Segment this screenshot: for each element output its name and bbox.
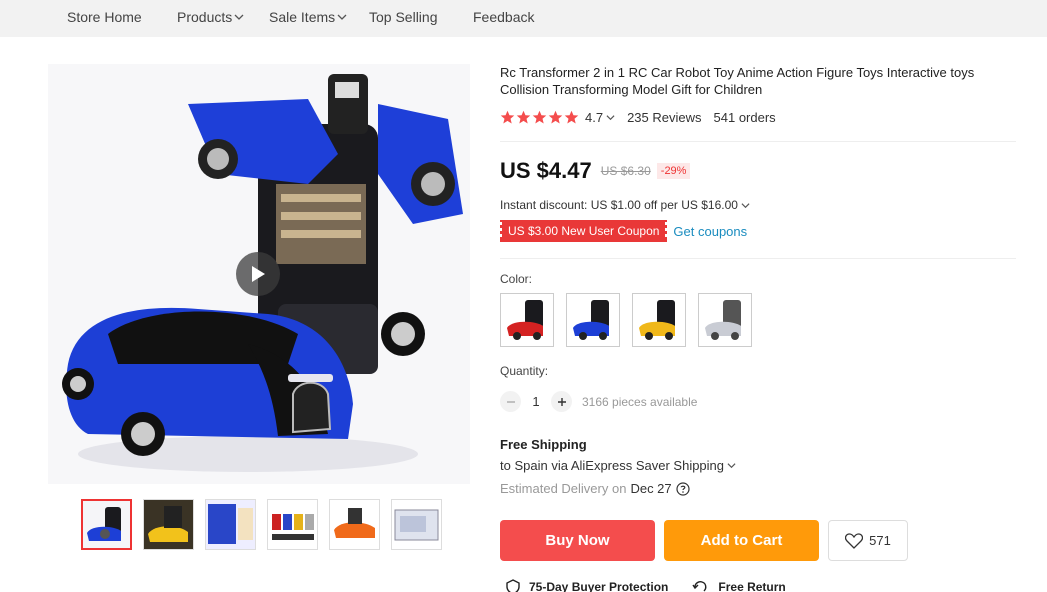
quantity-stepper: 1 3166 pieces available: [500, 391, 697, 412]
nav-sale-items[interactable]: Sale Items: [269, 9, 347, 25]
thumbnail-5[interactable]: [329, 499, 380, 550]
color-label: Color:: [500, 272, 533, 286]
protection-row: 75-Day Buyer Protection Free Return: [505, 579, 786, 592]
coupon-row: US $3.00 New User Coupon Get coupons: [497, 220, 747, 242]
discount-badge: -29%: [656, 163, 691, 179]
color-swatch-blue[interactable]: [566, 293, 620, 347]
thumbnail-yellow-car-icon: [144, 500, 193, 549]
nav-feedback-label: Feedback: [473, 9, 535, 25]
instant-discount-label: Instant discount: US $1.00 off per US $1…: [500, 198, 738, 212]
price-row: US $4.47 US $6.30 -29%: [500, 158, 691, 184]
buy-now-button[interactable]: Buy Now: [500, 520, 655, 561]
estimated-delivery: Estimated Delivery on Dec 27: [500, 481, 690, 496]
color-swatch-silver[interactable]: [698, 293, 752, 347]
free-return[interactable]: Free Return: [692, 579, 786, 592]
product-main-image[interactable]: [48, 64, 470, 484]
return-icon: [692, 581, 707, 592]
color-swatches: [500, 293, 752, 347]
free-return-label: Free Return: [718, 580, 786, 592]
thumbnail-3[interactable]: [205, 499, 256, 550]
add-to-cart-button[interactable]: Add to Cart: [664, 520, 819, 561]
rating-value: 4.7: [585, 110, 604, 125]
thumbnail-2[interactable]: [143, 499, 194, 550]
thumbnail-box-icon: [392, 500, 441, 549]
rating-value-dropdown[interactable]: 4.7: [585, 110, 615, 125]
chevron-down-icon: [727, 463, 736, 469]
minus-icon: [506, 400, 515, 403]
star-rating: [500, 110, 579, 125]
shield-icon: [506, 579, 520, 592]
thumbnail-strip: [81, 499, 442, 550]
nav-store-home[interactable]: Store Home: [67, 9, 142, 25]
play-video-button[interactable]: [236, 252, 280, 296]
buyer-protection-label: 75-Day Buyer Protection: [529, 580, 669, 592]
chevron-down-icon: [234, 14, 244, 20]
thumbnail-6[interactable]: [391, 499, 442, 550]
chevron-down-icon: [741, 202, 750, 208]
blue-car-swatch-icon: [567, 294, 619, 346]
wishlist-button[interactable]: 571: [828, 520, 908, 561]
shipping-title: Free Shipping: [500, 437, 587, 452]
star-icon: [500, 110, 515, 124]
star-icon: [516, 110, 531, 124]
play-icon: [252, 266, 265, 282]
color-swatch-yellow[interactable]: [632, 293, 686, 347]
chevron-down-icon: [606, 115, 615, 121]
red-car-swatch-icon: [501, 294, 553, 346]
help-icon[interactable]: [676, 481, 690, 496]
nav-store-home-label: Store Home: [67, 9, 142, 25]
nav-products-label: Products: [177, 9, 233, 25]
plus-icon: [557, 397, 566, 406]
yellow-car-swatch-icon: [633, 294, 685, 346]
shipping-method-dropdown[interactable]: to Spain via AliExpress Saver Shipping: [500, 458, 736, 473]
wishlist-count: 571: [869, 533, 891, 548]
rating-row: 4.7 235 Reviews 541 orders: [500, 110, 776, 125]
thumbnail-1[interactable]: [81, 499, 132, 550]
orders-count: 541 orders: [713, 110, 776, 125]
chevron-down-icon: [337, 14, 347, 20]
star-icon: [532, 110, 547, 124]
quantity-decrease-button[interactable]: [500, 391, 521, 412]
star-icon: [548, 110, 563, 124]
original-price: US $6.30: [600, 164, 651, 178]
silver-car-swatch-icon: [699, 294, 751, 346]
available-stock: 3166 pieces available: [582, 394, 698, 409]
new-user-coupon[interactable]: US $3.00 New User Coupon: [497, 220, 670, 242]
nav-top-selling-label: Top Selling: [369, 9, 438, 25]
divider: [500, 258, 1016, 259]
reviews-link[interactable]: 235 Reviews: [627, 110, 701, 125]
nav-products[interactable]: Products: [177, 9, 244, 25]
thumbnail-blue-car-icon: [83, 501, 130, 548]
current-price: US $4.47: [500, 158, 592, 183]
star-icon: [564, 110, 579, 124]
divider: [500, 141, 1016, 142]
estimated-delivery-label: Estimated Delivery on: [500, 481, 627, 496]
store-nav-bar: Store Home Products Sale Items Top Selli…: [0, 0, 1047, 37]
shipping-method-label: to Spain via AliExpress Saver Shipping: [500, 458, 725, 473]
heart-icon: [845, 532, 864, 549]
product-title: Rc Transformer 2 in 1 RC Car Robot Toy A…: [500, 65, 975, 97]
quantity-increase-button[interactable]: [551, 391, 572, 412]
thumbnail-orange-car-icon: [330, 500, 379, 549]
buyer-protection[interactable]: 75-Day Buyer Protection: [505, 579, 668, 592]
get-coupons-link[interactable]: Get coupons: [673, 224, 747, 239]
thumbnail-package-icon: [206, 500, 255, 549]
nav-top-selling[interactable]: Top Selling: [369, 9, 438, 25]
quantity-label: Quantity:: [500, 364, 549, 378]
nav-feedback[interactable]: Feedback: [473, 9, 534, 25]
thumbnail-lineup-icon: [268, 500, 317, 549]
nav-sale-items-label: Sale Items: [269, 9, 336, 25]
thumbnail-4[interactable]: [267, 499, 318, 550]
instant-discount[interactable]: Instant discount: US $1.00 off per US $1…: [500, 198, 750, 212]
color-swatch-red[interactable]: [500, 293, 554, 347]
delivery-date: Dec 27: [630, 481, 672, 496]
quantity-value[interactable]: 1: [521, 394, 551, 409]
